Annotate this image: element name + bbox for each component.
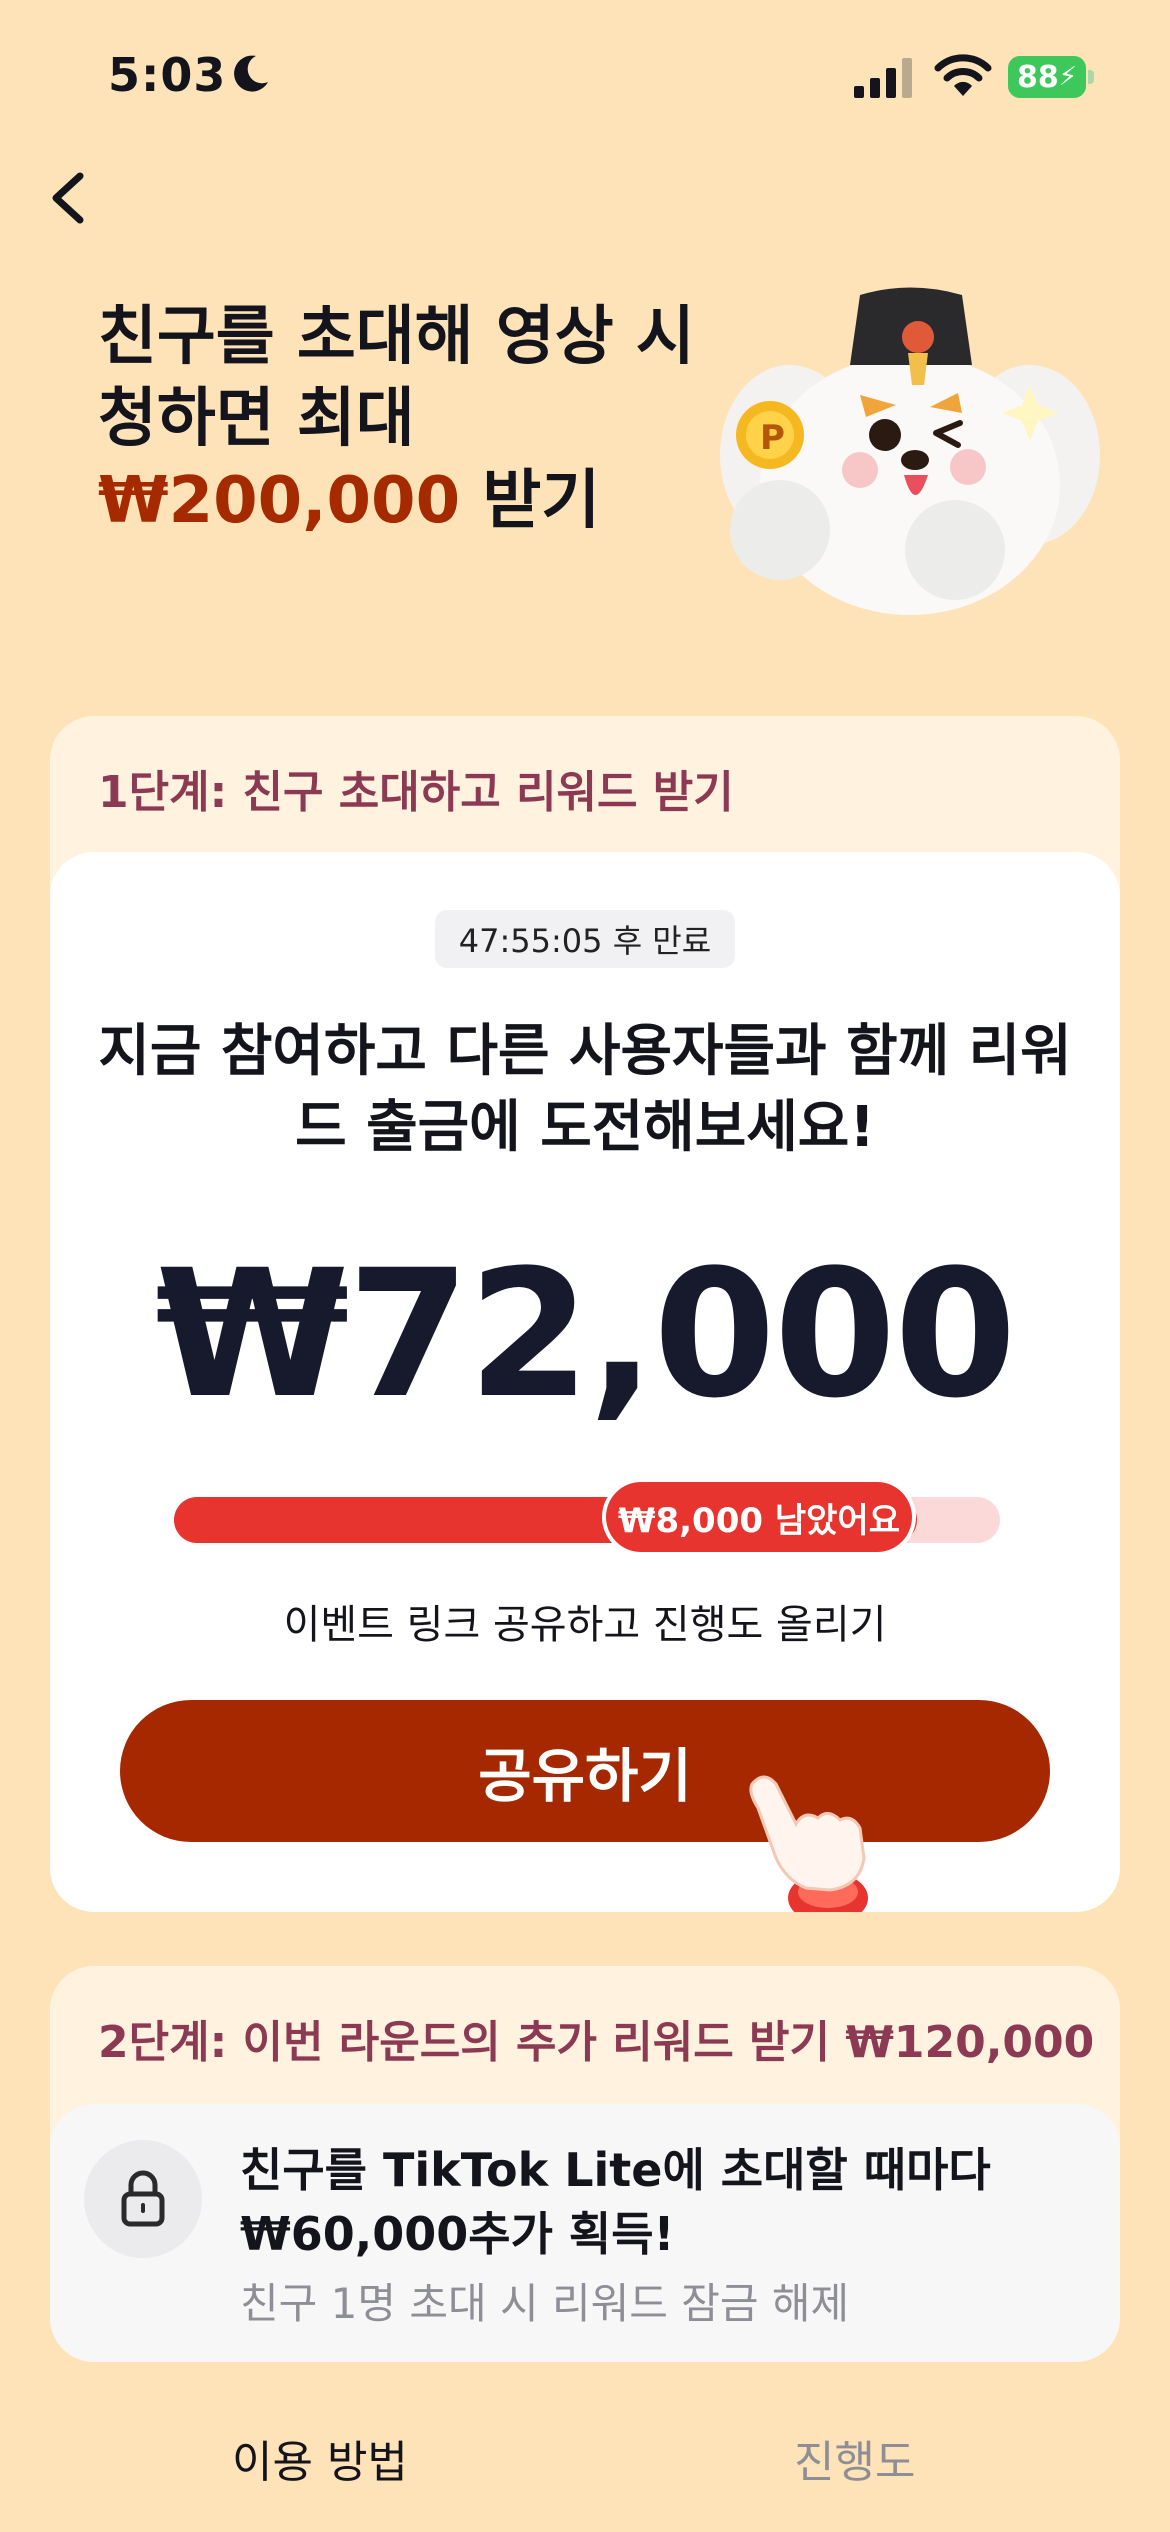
lock-badge [84,2140,202,2258]
reward-amount: ₩72,000 [155,1232,1016,1437]
battery-icon: 88 ⚡ [1008,56,1086,98]
share-button-label: 공유하기 [478,1742,692,1810]
step2-panel: 친구를 TikTok Lite에 초대할 때마다 ₩60,000추가 획득! 친… [50,2104,1120,2362]
status-bar: 5:03 88 ⚡ [0,0,1170,160]
hero-title-line2: 청하면 최대 [98,382,415,456]
share-button[interactable]: 공유하기 [120,1700,1050,1842]
share-hint: 이벤트 링크 공유하고 진행도 올리기 [283,1602,887,1648]
moon-icon [234,55,268,92]
hero-amount: ₩200,000 [98,464,461,538]
wifi-icon [934,54,992,96]
status-time: 5:03 [108,48,227,102]
svg-text:P: P [760,418,785,458]
tab-progress[interactable]: 진행도 [794,2426,915,2490]
hero-title-suffix: 받기 [460,464,601,538]
charging-bolt-icon: ⚡ [1058,62,1077,92]
remaining-badge: ₩8,000 남았어요 [606,1482,912,1552]
step2-reward-title: 친구를 TikTok Lite에 초대할 때마다 ₩60,000추가 획득! [240,2143,991,2261]
step1-heading: 1단계: 친구 초대하고 리워드 받기 [98,767,734,818]
step2-card: 2단계: 이번 라운드의 추가 리워드 받기 ₩120,000 친구를 TikT… [50,1966,1120,2362]
mascot-dog-illustration: P [720,287,1100,615]
hero-title-line3: ₩200,000 받기 [98,460,738,542]
pointing-hand-icon [749,1775,868,1912]
step2-heading: 2단계: 이번 라운드의 추가 리워드 받기 ₩120,000 [98,2017,1095,2068]
lock-icon [121,2170,165,2227]
chevron-left-icon [52,172,84,224]
signal-icon [854,58,912,98]
tab-how-to-use[interactable]: 이용 방법 [232,2426,408,2490]
battery-level: 88 [1016,59,1059,95]
step1-card: 1단계: 친구 초대하고 리워드 받기 47:55:05 후 만료 지금 참여하… [50,716,1120,1912]
step1-panel: 47:55:05 후 만료 지금 참여하고 다른 사용자들과 함께 리워드 출금… [50,852,1120,1912]
invite-text: 지금 참여하고 다른 사용자들과 함께 리워드 출금에 도전해보세요! [98,1019,1072,1160]
battery-cap [1088,70,1094,84]
step2-reward-subtitle: 친구 1명 초대 시 리워드 잠금 해제 [240,2279,850,2328]
bottom-tabs: 이용 방법 진행도 [0,2400,1170,2532]
hero-title-line1: 친구를 초대해 영상 시 [98,300,695,374]
expiry-timer: 47:55:05 후 만료 [435,910,735,968]
back-button[interactable] [40,160,100,236]
hero-title: 친구를 초대해 영상 시 청하면 최대 ₩200,000 받기 [98,296,738,542]
